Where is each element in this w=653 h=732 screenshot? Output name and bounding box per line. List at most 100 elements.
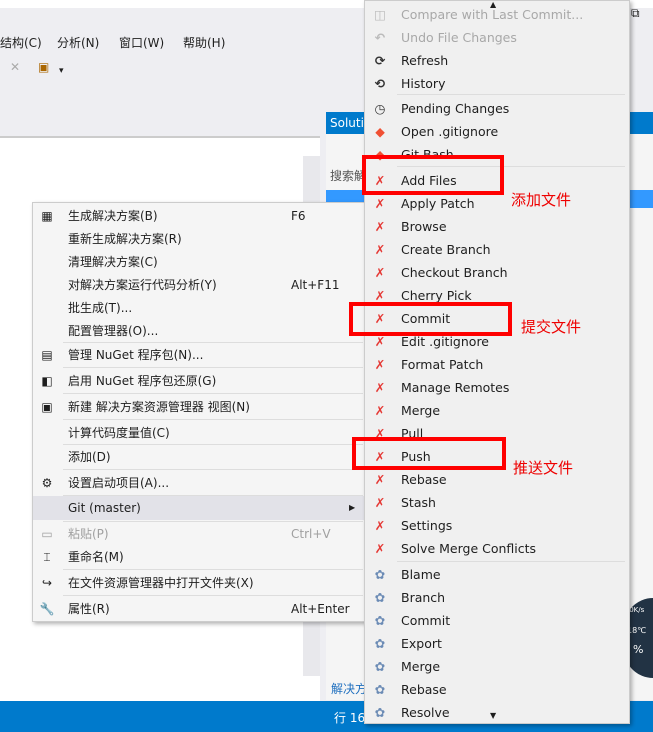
git-menu-item[interactable]: ✗ Create Branch [365,238,629,261]
gitext-icon: ✗ [374,265,386,280]
gitext-icon: ✗ [374,541,386,556]
context-item[interactable]: ▤ 管理 NuGet 程序包(N)... [33,343,365,367]
git-menu-item[interactable]: ✿ Commit [365,609,629,632]
item-label: 计算代码度量值(C) [68,426,170,440]
context-item[interactable]: 配置管理器(O)... [33,319,365,343]
toolbar-doc-icon[interactable]: ▣ [38,60,49,74]
tortoise-icon: ✿ [374,567,386,582]
context-item[interactable]: 添加(D) [33,445,365,469]
context-item[interactable]: 对解决方案运行代码分析(Y) Alt+F11 [33,273,365,297]
git-menu-item[interactable]: ⟲ History [365,72,629,95]
item-label: 对解决方案运行代码分析(Y) [68,278,217,292]
gitext-icon: ✗ [374,403,386,418]
item-label: 配置管理器(O)... [68,324,159,338]
annotation-push: 推送文件 [513,459,574,477]
item-label: Browse [401,219,447,234]
build-icon: ▦ [41,209,53,223]
git-menu-item[interactable]: ✗ Manage Remotes [365,376,629,399]
menu-analyze[interactable]: 分析(N) [57,34,99,51]
git-menu-item[interactable]: ✗ Solve Merge Conflicts [365,537,629,560]
git-menu-item[interactable]: ↶ Undo File Changes [365,26,629,49]
item-label: Format Patch [401,357,484,372]
git-menu-item[interactable]: ✗ Checkout Branch [365,261,629,284]
item-label: History [401,76,446,91]
git-menu-item[interactable]: ✗ Settings [365,514,629,537]
compare-icon: ◫ [374,7,386,22]
history-icon: ⟲ [374,76,386,91]
context-item[interactable]: 🔧 属性(R) Alt+Enter [33,597,365,621]
percent: % [633,643,644,656]
clock-icon: ◷ [374,101,386,116]
context-item[interactable]: 批生成(T)... [33,296,365,320]
item-label: 粘贴(P) [68,527,109,541]
git-menu-item[interactable]: ✿ Resolve [365,701,629,724]
line-number: 行 16 [334,711,366,725]
context-item[interactable]: ↪ 在文件资源管理器中打开文件夹(X) [33,571,365,595]
gitext-icon: ✗ [374,495,386,510]
context-item[interactable]: ⌶ 重命名(M) [33,545,365,569]
gear-icon: ⚙ [41,476,53,490]
item-label: 重新生成解决方案(R) [68,232,182,246]
highlight-push [352,437,506,470]
context-item[interactable]: ▦ 生成解决方案(B) F6 [33,204,365,228]
menu-separator [63,595,363,596]
item-label: Open .gitignore [401,124,499,139]
paste-icon: ▭ [41,527,53,541]
git-menu-item[interactable]: ✿ Branch [365,586,629,609]
menu-structure[interactable]: 结构(C) [0,34,42,51]
highlight-commit [349,302,512,336]
restore-window-icon[interactable]: ⧉ [631,6,640,21]
git-menu-item[interactable]: ✗ Apply Patch [365,192,629,215]
item-label: Blame [401,567,441,582]
item-label: 添加(D) [68,450,111,464]
temperature: 18℃ [627,626,647,635]
refresh-icon: ⟳ [374,53,386,68]
git-menu-item[interactable]: ◫ Compare with Last Commit... [365,3,629,26]
item-shortcut: Ctrl+V [291,527,331,541]
context-item[interactable]: 清理解决方案(C) [33,250,365,274]
git-menu-item[interactable]: ✗ Rebase [365,468,629,491]
git-menu-item[interactable]: ✗ Browse [365,215,629,238]
gitext-icon: ✗ [374,196,386,211]
git-menu-item[interactable]: ✗ Merge [365,399,629,422]
toolbar-icon[interactable]: ✕ [10,60,20,74]
git-menu-item[interactable]: ✿ Blame [365,563,629,586]
git-submenu: ◫ Compare with Last Commit... ↶ Undo File C… [364,0,630,724]
item-label: Apply Patch [401,196,475,211]
context-item[interactable]: ▣ 新建 解决方案资源管理器 视图(N) [33,395,365,419]
tortoise-icon: ✿ [374,682,386,697]
item-label: 重命名(M) [68,550,124,564]
context-item[interactable]: ⚙ 设置启动项目(A)... [33,471,365,495]
highlight-add-files [362,155,504,195]
solution-search[interactable]: 搜索解 [330,167,366,184]
scroll-up-arrow[interactable]: ▲ [490,0,496,9]
solution-footer-tab[interactable]: 解决方 [331,680,367,697]
item-label: Rebase [401,472,447,487]
context-item[interactable]: Git (master) ▶ [33,496,365,520]
git-menu-item[interactable]: ⟳ Refresh [365,49,629,72]
menu-window[interactable]: 窗口(W) [119,34,164,51]
git-menu-item[interactable]: ◆ Open .gitignore [365,120,629,143]
git-menu-item[interactable]: ✗ Stash [365,491,629,514]
context-item[interactable]: ▭ 粘贴(P) Ctrl+V [33,522,365,546]
gitext-icon: ✗ [374,357,386,372]
context-item[interactable]: 重新生成解决方案(R) [33,227,365,251]
net-speed: .0K/s [627,606,645,614]
git-menu-item[interactable]: ◷ Pending Changes [365,97,629,120]
item-label: 在文件资源管理器中打开文件夹(X) [68,576,254,590]
git-menu-item[interactable]: ✗ Format Patch [365,353,629,376]
toolbar-overflow-icon[interactable]: ▾ [59,66,64,76]
context-item[interactable]: 计算代码度量值(C) [33,421,365,445]
item-label: Manage Remotes [401,380,510,395]
item-label: 批生成(T)... [68,301,133,315]
menu-help[interactable]: 帮助(H) [183,34,225,51]
scroll-down-arrow[interactable]: ▼ [490,711,496,720]
git-menu-item[interactable]: ✿ Export [365,632,629,655]
context-item[interactable]: ◧ 启用 NuGet 程序包还原(G) [33,369,365,393]
gitext-icon: ✗ [374,242,386,257]
item-shortcut: Alt+Enter [291,602,350,616]
git-menu-item[interactable]: ✿ Rebase [365,678,629,701]
tortoise-icon: ✿ [374,590,386,605]
git-menu-item[interactable]: ✿ Merge [365,655,629,678]
gitext-icon: ✗ [374,380,386,395]
